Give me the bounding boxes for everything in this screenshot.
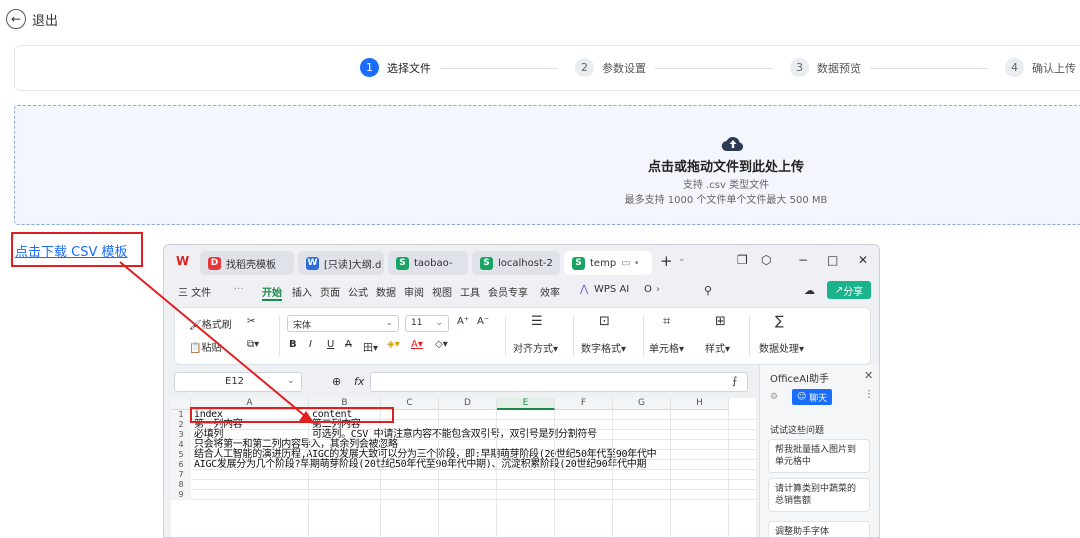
annotation-arrow (119, 261, 315, 424)
